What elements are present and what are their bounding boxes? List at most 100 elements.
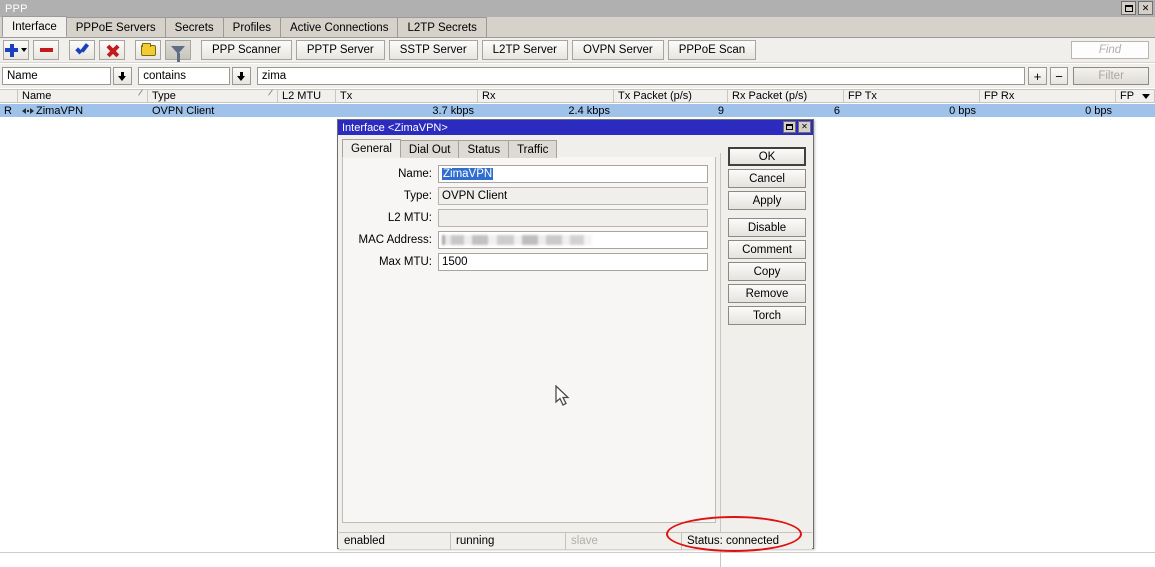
tab-interface[interactable]: Interface [2,16,67,37]
type-input[interactable]: OVPN Client [438,187,708,205]
filter-value-input[interactable]: zima [256,67,1026,85]
chevron-down-icon [236,71,246,81]
filter-operator-input[interactable]: contains [138,67,230,85]
name-input[interactable]: ZimaVPN [438,165,708,183]
max-mtu-input[interactable]: 1500 [438,253,708,271]
torch-button[interactable]: Torch [728,306,806,325]
interface-dialog: Interface <ZimaVPN> ✕ General Dial Out Sta… [337,119,814,567]
button-label: OK [758,150,776,163]
dialog-window-controls: ✕ [783,121,811,133]
button-label: Copy [753,265,781,278]
dialog-tab-label: General [351,142,392,155]
column-header-fp[interactable]: FP [1116,89,1155,103]
sort-indicator-icon [137,91,143,100]
column-header[interactable] [0,89,18,103]
column-header-rx[interactable]: Rx [478,89,614,103]
cell-text: 6 [833,104,840,117]
apply-filter-button[interactable]: Filter [1073,67,1149,85]
column-header-label: FP Tx [848,90,877,102]
l2-mtu-input[interactable] [438,209,708,227]
dialog-restore-button[interactable] [783,121,796,133]
column-chooser-button[interactable] [1138,89,1154,103]
dialog-form: Name: ZimaVPN Type: OVPN Client L2 MTU: MAC A… [338,165,720,275]
column-header-tx[interactable]: Tx [336,89,478,103]
restore-icon [786,124,793,130]
tab-active-connections[interactable]: Active Connections [280,17,399,37]
column-header-fp-tx[interactable]: FP Tx [844,89,980,103]
field-label: L2 MTU: [387,212,432,224]
add-button[interactable] [3,40,29,60]
toolbar-button-pptp-server[interactable]: PPTP Server [295,40,385,60]
tab-secrets[interactable]: Secrets [164,17,224,37]
form-row: Name: ZimaVPN [338,165,720,183]
dialog-tab-label: Dial Out [408,143,451,156]
cell-name: ZimaVPN [18,104,148,117]
toolbar-button-pppoe-scan[interactable]: PPPoE Scan [667,40,757,60]
dialog-statusbar: enabled running slave Status: connected [339,532,812,550]
column-header-rx-packet-p-s[interactable]: Rx Packet (p/s) [728,89,844,103]
window-titlebar: PPP ✕ [0,0,1155,17]
toolbar-button-l2tp-server[interactable]: L2TP Server [481,40,569,60]
toolbar-button-ovpn-server[interactable]: OVPN Server [572,40,664,60]
toolbar-button-ppp-scanner[interactable]: PPP Scanner [201,40,292,60]
cancel-button[interactable]: Cancel [728,169,806,188]
table-row[interactable]: R ZimaVPN OVPN Client 3.7 kbps 2.4 kbps 9 6 0 b… [0,104,1155,117]
tab-pppoe-servers[interactable]: PPPoE Servers [65,17,166,37]
dialog-tab-traffic[interactable]: Traffic [508,140,558,158]
cell-text: OVPN Client [152,104,215,117]
dialog-tab-dial-out[interactable]: Dial Out [399,140,460,158]
find-input[interactable]: Find [1071,41,1149,59]
cell-text: 2.4 kbps [568,104,610,117]
close-button[interactable]: ✕ [1138,1,1153,15]
button-label: Apply [752,194,782,207]
window-title: PPP [5,2,28,15]
column-header-fp-rx[interactable]: FP Rx [980,89,1116,103]
remove-button[interactable] [33,40,59,60]
filter-add-button[interactable]: + [1028,67,1047,85]
tab-profiles[interactable]: Profiles [222,17,282,37]
comment-button[interactable]: Comment [728,240,806,259]
comment-button[interactable] [135,40,161,60]
status-cell-running: running [451,532,566,550]
column-header-label: FP [1120,90,1135,102]
interface-arrows-icon [22,107,34,114]
funnel-icon [171,46,185,62]
column-header-name[interactable]: Name [18,89,148,103]
toolbar-button-sstp-server[interactable]: SSTP Server [388,40,478,60]
mouse-cursor [555,385,570,406]
dialog-tab-label: Status [467,143,501,156]
filter-toggle-button[interactable] [165,40,191,62]
status-text: Status: connected [687,535,780,547]
apply-button[interactable]: Apply [728,191,806,210]
cell-rx-packet: 6 [728,104,844,117]
enable-button[interactable] [69,40,95,60]
tab-label: Secrets [174,21,214,34]
disable-button[interactable] [99,40,125,60]
dialog-divider [720,153,721,567]
tab-l2tp-secrets[interactable]: L2TP Secrets [397,17,487,37]
plus-icon [5,43,18,57]
toolbar-button-label: PPP Scanner [212,44,281,56]
column-header-type[interactable]: Type [148,89,278,103]
status-cell-status-connected: Status: connected [682,533,812,550]
filter-operator-dropdown[interactable] [231,67,252,85]
restore-button[interactable] [1121,1,1136,15]
button-label: Torch [752,309,782,322]
dialog-tab-general[interactable]: General [342,139,401,158]
mac-address-input[interactable] [438,231,708,249]
filter-field-dropdown[interactable] [112,67,133,85]
dialog-close-button[interactable]: ✕ [798,121,811,133]
ok-button[interactable]: OK [728,147,806,166]
filter-field-input[interactable]: Name [2,67,111,85]
redacted-mac-value [442,235,592,245]
disable-button[interactable]: Disable [728,218,806,237]
column-header-l2-mtu[interactable]: L2 MTU [278,89,336,103]
column-header-tx-packet-p-s[interactable]: Tx Packet (p/s) [614,89,728,103]
form-row: L2 MTU: [338,209,720,227]
cell-text: R [4,104,12,117]
filter-remove-button[interactable]: − [1049,67,1069,85]
remove-button[interactable]: Remove [728,284,806,303]
copy-button[interactable]: Copy [728,262,806,281]
folder-icon [140,42,156,56]
dialog-tab-status[interactable]: Status [458,140,510,158]
